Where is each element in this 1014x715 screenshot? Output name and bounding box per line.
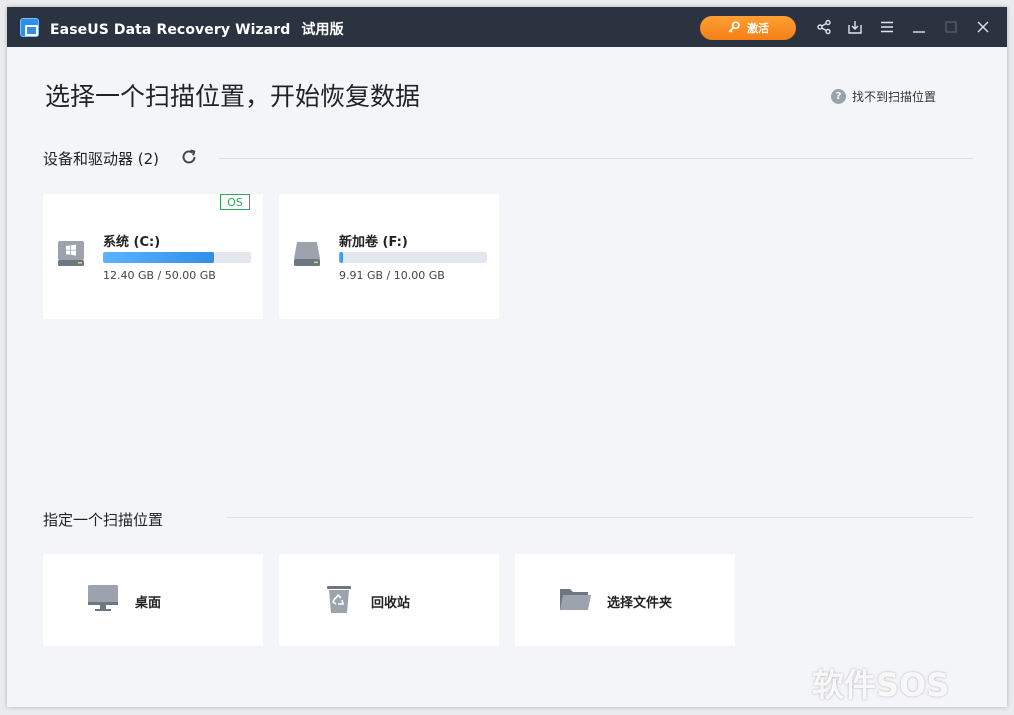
maximize-icon[interactable] xyxy=(942,18,960,36)
minimize-icon[interactable] xyxy=(910,18,928,36)
windows-drive-icon xyxy=(56,238,86,268)
key-icon xyxy=(727,20,741,37)
location-desktop[interactable]: 桌面 xyxy=(43,554,263,646)
close-icon[interactable] xyxy=(974,18,992,36)
locations-header-label: 指定一个扫描位置 xyxy=(43,511,164,529)
help-question-icon: ? xyxy=(831,89,846,104)
activate-label: 激活 xyxy=(747,23,769,35)
folder-icon xyxy=(558,582,592,616)
help-link[interactable]: ? 找不到扫描位置 xyxy=(831,88,936,105)
refresh-icon[interactable] xyxy=(179,147,199,167)
drive-size: 12.40 GB / 50.00 GB xyxy=(103,269,216,282)
location-recycle-bin[interactable]: 回收站 xyxy=(279,554,499,646)
title-bar: EaseUS Data Recovery Wizard 试用版 激活 xyxy=(7,7,1007,47)
devices-header-label: 设备和驱动器 (2) xyxy=(43,150,160,168)
menu-icon[interactable] xyxy=(878,18,896,36)
drive-usage-bar xyxy=(103,252,251,263)
hard-drive-icon xyxy=(292,238,322,268)
location-label: 桌面 xyxy=(135,596,162,611)
app-window: EaseUS Data Recovery Wizard 试用版 激活 选择一个扫… xyxy=(7,7,1007,707)
location-label: 选择文件夹 xyxy=(607,596,673,611)
window-title: EaseUS Data Recovery Wizard 试用版 xyxy=(50,19,344,39)
os-badge: OS xyxy=(220,194,250,210)
drive-usage-bar xyxy=(339,252,487,263)
locations-section-header: 指定一个扫描位置 xyxy=(43,509,163,530)
help-link-label: 找不到扫描位置 xyxy=(852,90,937,104)
share-icon[interactable] xyxy=(815,18,833,36)
main-content: 选择一个扫描位置，开始恢复数据 ? 找不到扫描位置 设备和驱动器 (2) OS … xyxy=(7,47,1007,707)
watermark-text: 软件SOS xyxy=(812,666,950,704)
drive-card-f[interactable]: 新加卷 (F:) 9.91 GB / 10.00 GB xyxy=(279,194,499,319)
desktop-icon xyxy=(86,582,120,616)
devices-section-header: 设备和驱动器 (2) xyxy=(43,148,159,169)
recycle-bin-icon xyxy=(322,582,356,616)
drive-name: 新加卷 (F:) xyxy=(339,235,408,250)
app-logo-icon xyxy=(20,18,39,37)
page-title: 选择一个扫描位置，开始恢复数据 xyxy=(45,82,421,111)
location-select-folder[interactable]: 选择文件夹 xyxy=(515,554,735,646)
app-name: EaseUS Data Recovery Wizard xyxy=(50,22,291,38)
devices-divider xyxy=(219,158,973,159)
locations-divider xyxy=(227,517,973,518)
drive-card-c[interactable]: OS 系统 (C:) 12.40 GB / 50.00 GB xyxy=(43,194,263,319)
download-icon[interactable] xyxy=(846,18,864,36)
drive-size: 9.91 GB / 10.00 GB xyxy=(339,269,445,282)
activate-button[interactable]: 激活 xyxy=(700,16,796,40)
drive-name: 系统 (C:) xyxy=(103,235,161,250)
drive-usage-fill xyxy=(103,252,214,263)
location-label: 回收站 xyxy=(371,596,411,611)
drive-usage-fill xyxy=(339,252,344,263)
edition-label: 试用版 xyxy=(301,22,344,38)
